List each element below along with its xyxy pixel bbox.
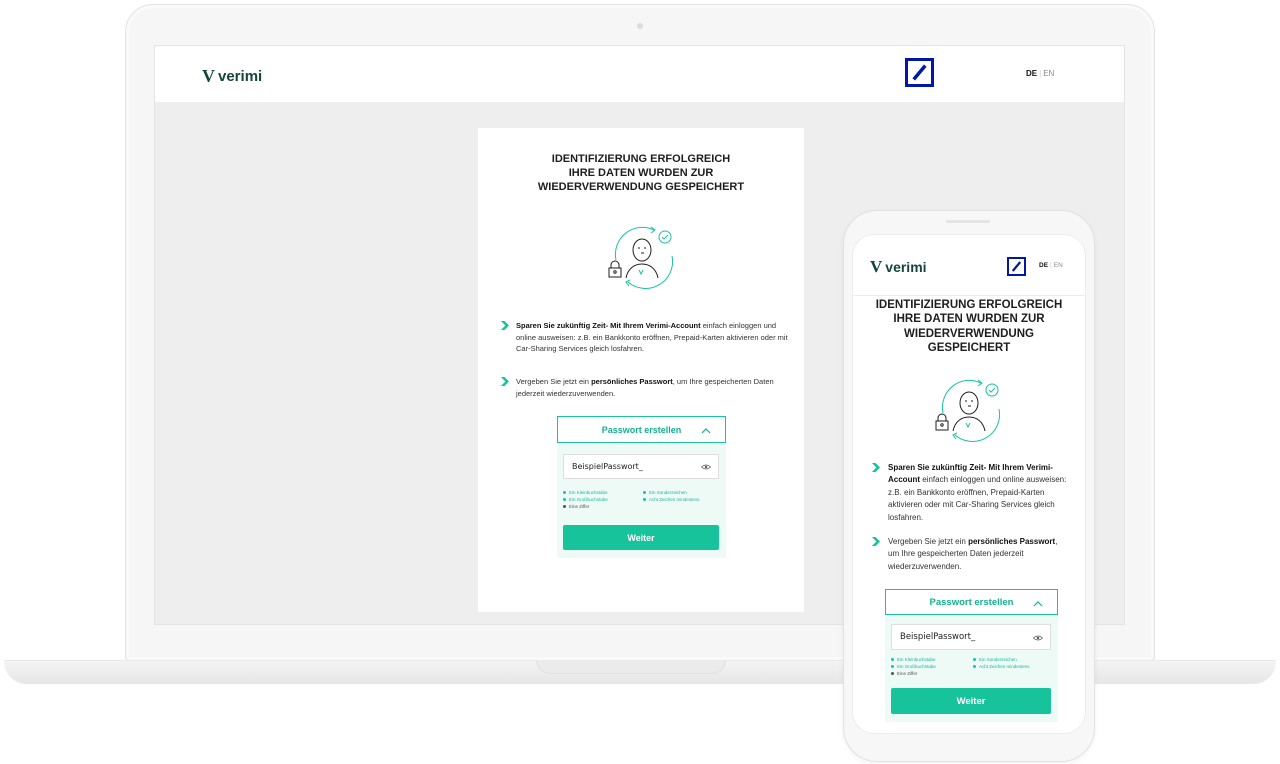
rule-check-dot	[563, 498, 566, 501]
password-value: BeispielPasswort_	[900, 632, 976, 642]
rule-lowercase: Ein Kleinbuchstabe	[563, 490, 608, 495]
benefit-bullet-2: Vergeben Sie jetzt ein persönliches Pass…	[500, 376, 788, 399]
rule-digit: Eine Ziffer	[891, 671, 917, 676]
verimi-wordmark: verimi	[885, 259, 927, 275]
rule-digit-label: Eine Ziffer	[897, 671, 918, 676]
title-line-2: IHRE DATEN WURDEN ZUR	[893, 313, 1045, 326]
rule-length: Acht Zeichen mindestens	[643, 497, 700, 502]
identity-check-illustration	[606, 220, 680, 290]
title-line-1: IDENTIFIZIERUNG ERFOLGREICH	[551, 153, 731, 165]
rule-length: Acht Zeichen mindestens	[973, 664, 1030, 669]
lang-de-link[interactable]: DE	[1039, 262, 1048, 269]
verimi-logo[interactable]: V verimi	[202, 66, 262, 87]
chevron-up-icon	[701, 428, 711, 434]
rule-length-label: Acht Zeichen mindestens	[979, 664, 1030, 669]
create-password-toggle[interactable]: Passwort erstellen	[557, 416, 726, 443]
identity-check-illustration	[933, 373, 1007, 443]
rule-uppercase-label: Ein Großbuchstabe	[569, 497, 608, 502]
rule-check-dot	[973, 665, 976, 668]
rule-uppercase: Ein Großbuchstabe	[563, 497, 608, 502]
identification-card: IDENTIFIZIERUNG ERFOLGREICH IHRE DATEN W…	[478, 128, 804, 612]
rule-uppercase-label: Ein Großbuchstabe	[897, 664, 936, 669]
laptop-notch	[536, 660, 726, 674]
rule-lowercase: Ein Kleinbuchstabe	[891, 657, 936, 662]
deutsche-bank-logo	[1007, 257, 1026, 276]
chevron-up-icon	[1033, 601, 1043, 607]
rule-lowercase-label: Ein Kleinbuchstabe	[569, 490, 608, 495]
benefit-2-bold: persönliches Passwort	[968, 537, 1056, 546]
rule-check-dot	[891, 658, 894, 661]
password-panel: BeispielPasswort_ Ein Kleinbuchstabe Ein…	[885, 616, 1058, 722]
benefit-1-bold: Sparen Sie zukünftig Zeit- Mit Ihrem Ver…	[516, 321, 701, 330]
rule-length-label: Acht Zeichen mindestens	[649, 497, 700, 502]
rule-check-dot	[973, 658, 976, 661]
title-line-2: IHRE DATEN WURDEN ZUR	[568, 166, 714, 179]
rule-check-dot	[563, 505, 566, 508]
create-password-label: Passwort erstellen	[929, 596, 1014, 608]
benefit-2-pre: Vergeben Sie jetzt ein	[888, 537, 969, 546]
device-mockup-scene: V verimi DE | EN IDENTIFIZIERUNG ERFOLGREI…	[0, 0, 1280, 764]
lang-en-link[interactable]: EN	[1054, 262, 1063, 269]
rule-special-label: Ein Sonderzeichen	[979, 657, 1017, 662]
page-title: IDENTIFIZIERUNG ERFOLGREICH IHRE DATEN W…	[853, 298, 1085, 356]
rule-lowercase-label: Ein Kleinbuchstabe	[897, 657, 936, 662]
arrow-bullet-icon	[500, 321, 509, 330]
password-rules: Ein Kleinbuchstabe Ein Großbuchstabe Ein…	[563, 490, 719, 514]
title-line-3: WIEDERVERWENDUNG GESPEICHERT	[537, 180, 745, 193]
mobile-header-divider	[853, 295, 1085, 296]
arrow-bullet-icon	[500, 377, 509, 386]
create-password-label: Passwort erstellen	[601, 424, 682, 435]
lang-separator: |	[1039, 69, 1042, 78]
language-switch: DE | EN	[1026, 69, 1054, 78]
site-header: V verimi DE | EN	[155, 46, 1124, 102]
benefit-2-pre: Vergeben Sie jetzt ein	[516, 377, 592, 386]
password-input[interactable]: BeispielPasswort_	[563, 454, 719, 479]
eye-icon[interactable]	[701, 464, 711, 470]
continue-button[interactable]: Weiter	[891, 688, 1051, 714]
rule-check-dot	[643, 491, 646, 494]
title-line-3: WIEDERVERWENDUNG	[904, 327, 1034, 340]
rule-check-dot	[891, 672, 894, 675]
rule-special: Ein Sonderzeichen	[643, 490, 687, 495]
password-rules: Ein Kleinbuchstabe Ein Großbuchstabe Ein…	[891, 657, 1051, 681]
lang-de-link[interactable]: DE	[1026, 69, 1037, 78]
phone-screen: V verimi DE | EN IDENTIFIZIERUNG ERFOLGREI…	[852, 234, 1086, 734]
language-switch: DE | EN	[1039, 262, 1063, 269]
verimi-wordmark: verimi	[218, 68, 263, 85]
benefit-2-bold: persönliches Passwort	[591, 377, 673, 386]
rule-digit-label: Eine Ziffer	[569, 504, 590, 509]
rule-check-dot	[643, 498, 646, 501]
laptop-camera	[637, 23, 643, 29]
password-panel: BeispielPasswort_ Ein Kleinbuchstabe Ein…	[557, 444, 726, 558]
benefit-bullet-1: Sparen Sie zukünftig Zeit- Mit Ihrem Ver…	[500, 320, 788, 355]
rule-check-dot	[891, 665, 894, 668]
rule-check-dot	[563, 491, 566, 494]
benefit-bullet-2: Vergeben Sie jetzt ein persönliches Pass…	[871, 536, 1067, 573]
deutsche-bank-logo	[905, 58, 934, 87]
benefit-bullet-1: Sparen Sie zukünftig Zeit- Mit Ihrem Ver…	[871, 462, 1067, 524]
password-value: BeispielPasswort_	[572, 462, 643, 471]
continue-button[interactable]: Weiter	[563, 525, 719, 550]
verimi-mark: V	[202, 66, 215, 86]
rule-special: Ein Sonderzeichen	[973, 657, 1017, 662]
eye-icon[interactable]	[1033, 635, 1043, 641]
verimi-mark: V	[870, 257, 883, 276]
rule-digit: Eine Ziffer	[563, 504, 589, 509]
lang-en-link[interactable]: EN	[1043, 69, 1054, 78]
rule-special-label: Ein Sonderzeichen	[649, 490, 687, 495]
page-title: IDENTIFIZIERUNG ERFOLGREICH IHRE DATEN W…	[478, 153, 804, 194]
phone-speaker	[946, 220, 990, 223]
create-password-toggle[interactable]: Passwort erstellen	[885, 589, 1058, 615]
title-line-1: IDENTIFIZIERUNG ERFOLGREICH	[875, 299, 1063, 311]
rule-uppercase: Ein Großbuchstabe	[891, 664, 936, 669]
arrow-bullet-icon	[871, 537, 880, 546]
verimi-logo[interactable]: V verimi	[870, 257, 927, 277]
password-input[interactable]: BeispielPasswort_	[891, 624, 1051, 650]
lang-separator: |	[1050, 262, 1052, 269]
arrow-bullet-icon	[871, 463, 880, 472]
title-line-4: GESPEICHERT	[927, 342, 1011, 355]
